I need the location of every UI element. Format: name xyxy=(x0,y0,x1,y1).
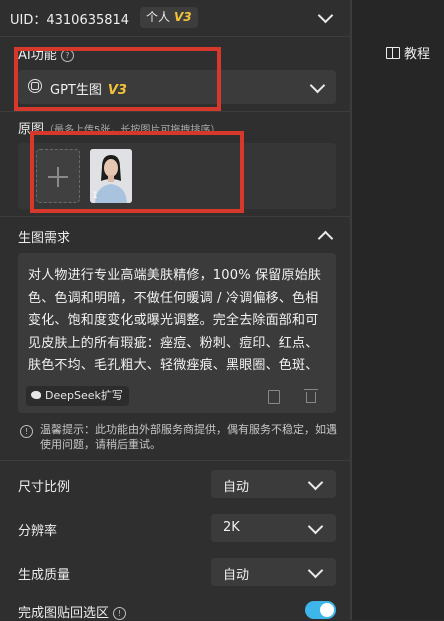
account-header[interactable]: UID：4310635814 个人 V3 xyxy=(0,0,350,36)
chevron-down-icon xyxy=(307,562,324,579)
highlight-box-images xyxy=(30,131,244,213)
aspect-ratio-select[interactable]: 自动 xyxy=(211,470,336,498)
account-type: 个人 xyxy=(146,10,171,24)
chevron-down-icon[interactable] xyxy=(317,7,334,24)
divider xyxy=(0,111,350,112)
chevron-down-icon xyxy=(307,518,324,535)
vip-level: V3 xyxy=(174,10,192,24)
quality-select[interactable]: 自动 xyxy=(211,558,336,586)
chevron-down-icon xyxy=(309,77,326,94)
divider xyxy=(0,460,350,461)
highlight-box-model xyxy=(14,47,221,111)
divider xyxy=(0,216,350,217)
chevron-down-icon xyxy=(307,474,324,491)
info-icon: ! xyxy=(20,425,33,438)
paste-back-title: 完成图贴回选区 ! xyxy=(18,602,127,621)
help-icon[interactable]: ! xyxy=(113,607,127,620)
tutorial-label: 教程 xyxy=(403,47,430,62)
account-badge: 个人 V3 xyxy=(140,7,198,28)
uid-text: UID：4310635814 xyxy=(10,13,130,28)
paste-back-toggle[interactable] xyxy=(305,601,336,619)
notice-text: 温馨提示：此功能由外部服务商提供，偶有服务不稳定，如遇使用问题，请稍后重试。 xyxy=(40,423,337,451)
prompt-input[interactable]: 对人物进行专业高端美肤精修，100% 保留原始肤色、色调和明暗，不做任何暖调 /… xyxy=(18,253,336,413)
document-icon[interactable] xyxy=(268,390,280,404)
resolution-value: 2K xyxy=(223,520,240,535)
canvas-area xyxy=(352,0,444,620)
deepseek-icon xyxy=(31,391,41,399)
paste-back-label: 完成图贴回选区 xyxy=(18,606,110,621)
prompt-label: 生图需求 xyxy=(18,231,71,246)
resolution-select[interactable]: 2K xyxy=(211,514,336,542)
trash-icon[interactable] xyxy=(304,389,318,403)
quality-label: 生成质量 xyxy=(18,568,71,583)
tutorial-link[interactable]: 教程 xyxy=(385,43,430,62)
book-icon xyxy=(385,47,400,59)
prompt-text[interactable]: 对人物进行专业高端美肤精修，100% 保留原始肤色、色调和明暗，不做任何暖调 /… xyxy=(28,265,328,377)
aspect-ratio-value: 自动 xyxy=(223,480,250,495)
divider xyxy=(0,36,350,37)
quality-value: 自动 xyxy=(223,568,250,583)
resolution-label: 分辨率 xyxy=(18,524,58,539)
aspect-ratio-label: 尺寸比例 xyxy=(18,480,71,495)
deepseek-label: DeepSeek扩写 xyxy=(45,389,123,402)
deepseek-expand-button[interactable]: DeepSeek扩写 xyxy=(26,386,129,406)
